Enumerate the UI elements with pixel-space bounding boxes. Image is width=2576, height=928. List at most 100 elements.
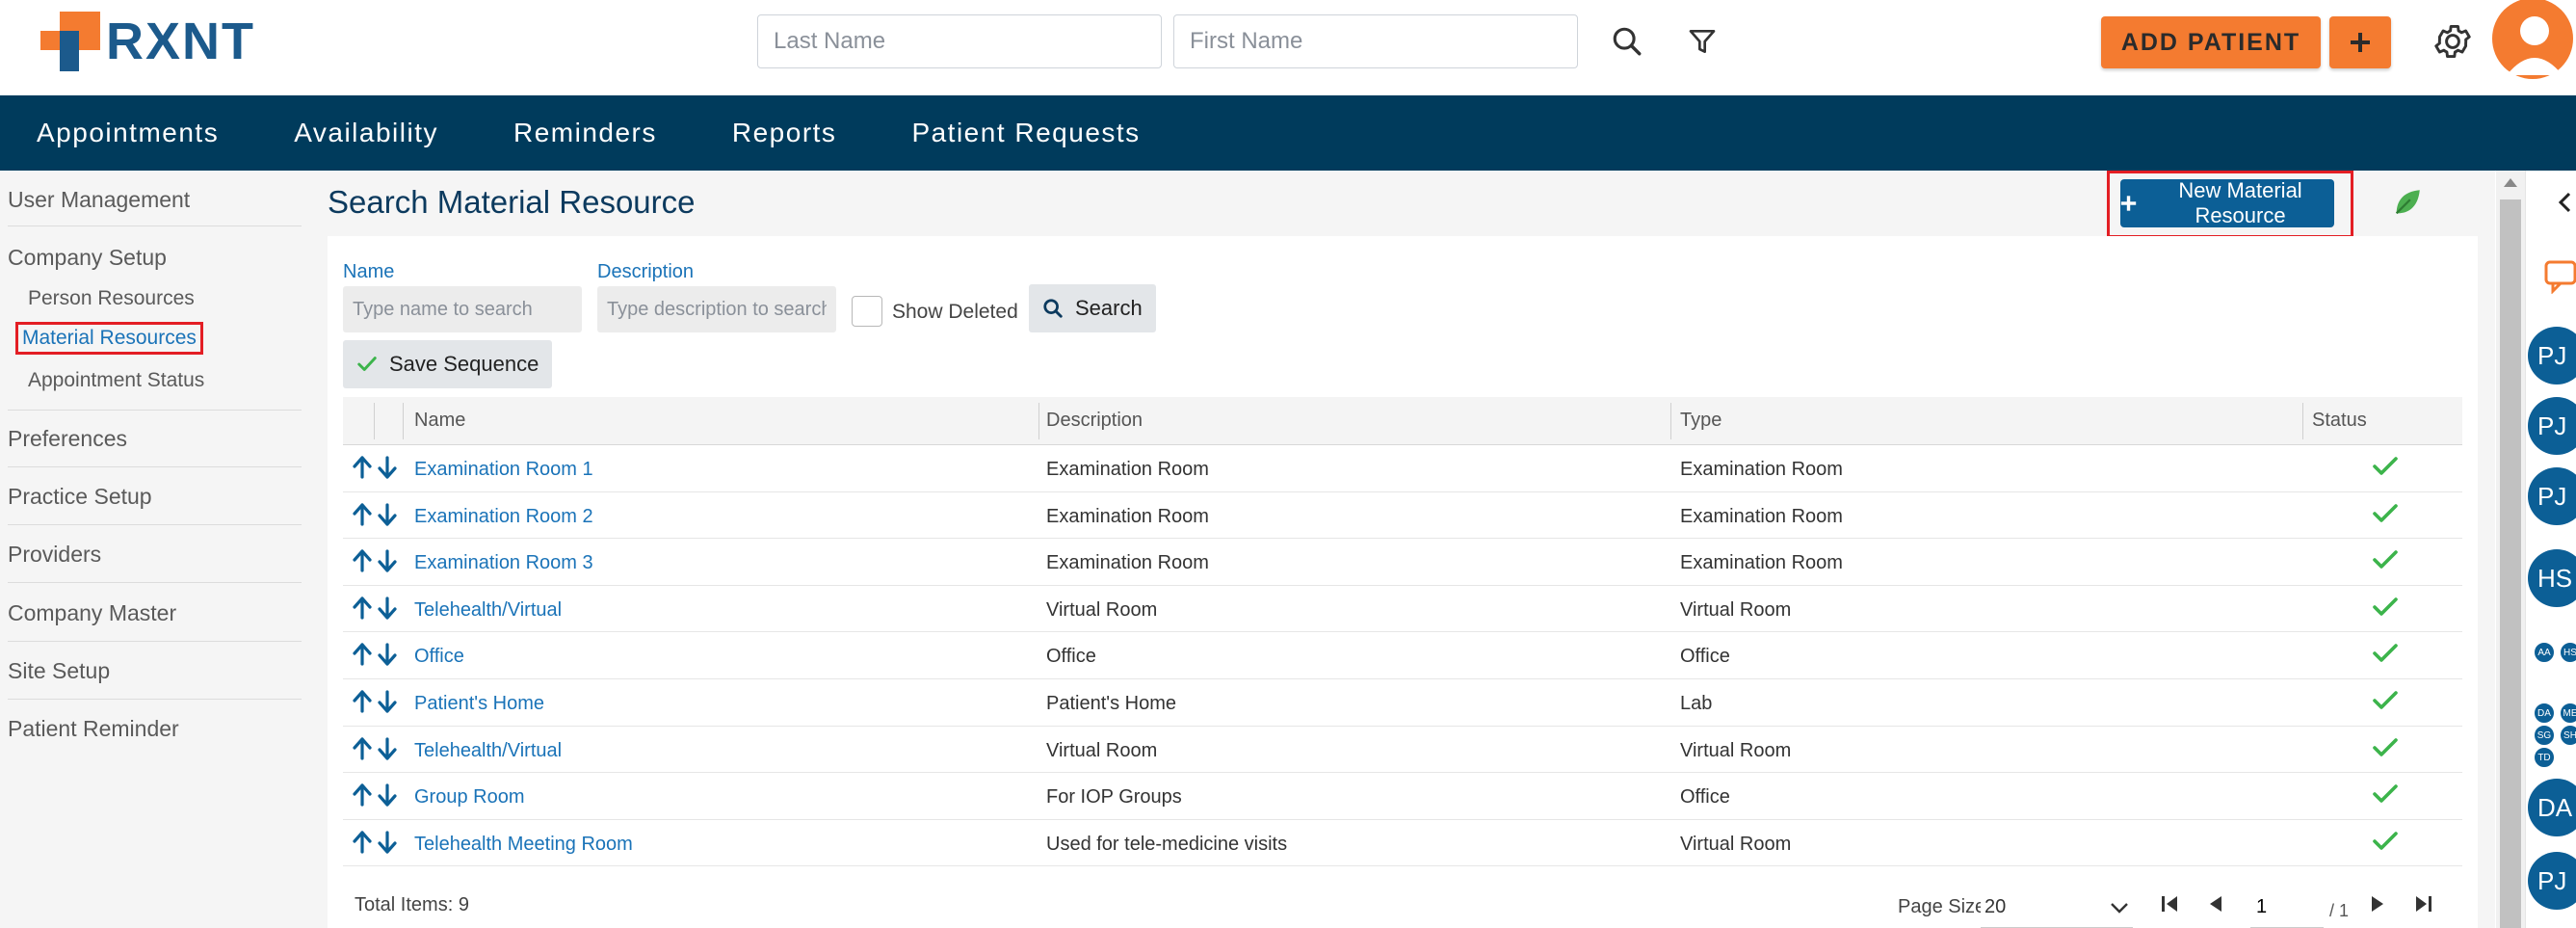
- reorder-controls: [353, 831, 397, 859]
- filter-icon[interactable]: [1682, 21, 1722, 62]
- page-number-input[interactable]: [2250, 888, 2324, 928]
- resource-name-link[interactable]: Office: [414, 646, 464, 668]
- add-patient-plus-button[interactable]: [2329, 16, 2391, 68]
- new-material-resource-button[interactable]: New Material Resource: [2120, 178, 2334, 227]
- avatar[interactable]: HS: [2528, 549, 2576, 607]
- arrow-up-icon[interactable]: [353, 597, 372, 624]
- arrow-up-icon[interactable]: [353, 783, 372, 811]
- chat-icon[interactable]: [2543, 259, 2576, 299]
- avatar[interactable]: HS: [2560, 642, 2576, 663]
- arrow-down-icon[interactable]: [378, 690, 397, 718]
- resource-name-link[interactable]: Examination Room 2: [414, 506, 593, 528]
- nav-availability[interactable]: Availability: [257, 118, 438, 148]
- column-header-description[interactable]: Description: [1046, 410, 1143, 432]
- user-avatar[interactable]: [2489, 0, 2576, 83]
- avatar[interactable]: SH: [2560, 725, 2576, 746]
- avatar[interactable]: DA: [2528, 779, 2576, 836]
- resource-name-link[interactable]: Group Room: [414, 786, 525, 809]
- scrollbar-thumb[interactable]: [2500, 199, 2521, 928]
- page-size-select[interactable]: 20: [1981, 888, 2133, 928]
- search-icon[interactable]: [1607, 21, 1647, 62]
- resource-name-link[interactable]: Patient's Home: [414, 693, 544, 715]
- nav-reminders[interactable]: Reminders: [477, 118, 657, 148]
- sidebar-item-practice-setup[interactable]: Practice Setup: [8, 484, 152, 510]
- arrow-down-icon[interactable]: [378, 736, 397, 765]
- save-sequence-label: Save Sequence: [389, 352, 539, 376]
- arrow-up-icon[interactable]: [353, 549, 372, 577]
- avatar[interactable]: PJ: [2528, 397, 2576, 455]
- total-items: Total Items: 9: [355, 894, 469, 915]
- avatar[interactable]: DA: [2534, 703, 2555, 724]
- description-search-input[interactable]: [597, 286, 836, 332]
- reorder-controls: [353, 690, 397, 718]
- sidebar-item-company-setup[interactable]: Company Setup: [8, 245, 167, 271]
- arrow-up-icon[interactable]: [353, 690, 372, 718]
- arrow-down-icon[interactable]: [378, 549, 397, 577]
- resource-description: Virtual Room: [1046, 598, 1158, 621]
- sidebar-item-company-master[interactable]: Company Master: [8, 600, 176, 626]
- column-header-type[interactable]: Type: [1680, 410, 1722, 432]
- search-panel: Name Description Show Deleted Search Sav…: [328, 236, 2478, 928]
- save-sequence-button[interactable]: Save Sequence: [343, 340, 553, 388]
- add-patient-button[interactable]: ADD PATIENT: [2101, 16, 2321, 68]
- arrow-up-icon[interactable]: [353, 643, 372, 671]
- avatar[interactable]: TD: [2534, 747, 2555, 768]
- reorder-controls: [353, 736, 397, 765]
- page-scrollbar[interactable]: [2496, 171, 2525, 928]
- gear-icon[interactable]: [2431, 20, 2474, 63]
- sidebar-item-user-management[interactable]: User Management: [8, 187, 190, 213]
- new-material-resource-label: New Material Resource: [2178, 178, 2302, 227]
- rxnt-logo[interactable]: RXNT: [40, 12, 255, 71]
- arrow-up-icon[interactable]: [353, 456, 372, 484]
- first-name-input[interactable]: [1173, 14, 1578, 68]
- name-search-input[interactable]: [343, 286, 582, 332]
- last-page-icon[interactable]: [2412, 893, 2433, 919]
- arrow-up-icon[interactable]: [353, 502, 372, 531]
- sidebar-item-person-resources[interactable]: Person Resources: [28, 287, 195, 310]
- resource-name-link[interactable]: Examination Room 1: [414, 459, 593, 481]
- nav-patient-requests[interactable]: Patient Requests: [875, 118, 1140, 148]
- nav-reports[interactable]: Reports: [696, 118, 837, 148]
- column-header-name[interactable]: Name: [414, 410, 465, 432]
- arrow-down-icon[interactable]: [378, 597, 397, 624]
- sidebar-item-patient-reminder[interactable]: Patient Reminder: [8, 716, 179, 742]
- next-page-icon[interactable]: [2368, 893, 2387, 919]
- check-icon: [2372, 689, 2399, 718]
- previous-page-icon[interactable]: [2206, 893, 2225, 919]
- column-header-status[interactable]: Status: [2312, 410, 2367, 432]
- avatar[interactable]: ME: [2560, 703, 2576, 724]
- sidebar-divider: [8, 466, 302, 467]
- scroll-up-icon[interactable]: [2504, 178, 2517, 187]
- check-icon: [2372, 782, 2399, 811]
- sidebar-item-material-resources[interactable]: Material Resources: [15, 322, 203, 355]
- last-name-input[interactable]: [757, 14, 1162, 68]
- first-page-icon[interactable]: [2160, 893, 2181, 919]
- resource-name-link[interactable]: Telehealth Meeting Room: [414, 834, 633, 856]
- resource-name-link[interactable]: Examination Room 3: [414, 552, 593, 574]
- show-deleted-checkbox[interactable]: [852, 296, 882, 327]
- resource-name-link[interactable]: Telehealth/Virtual: [414, 740, 562, 762]
- sidebar-item-preferences[interactable]: Preferences: [8, 426, 127, 452]
- chevron-left-icon[interactable]: [2557, 192, 2572, 218]
- arrow-down-icon[interactable]: [378, 643, 397, 671]
- arrow-down-icon[interactable]: [378, 783, 397, 811]
- avatar[interactable]: SG: [2534, 725, 2555, 746]
- nav-appointments[interactable]: Appointments: [0, 118, 219, 148]
- arrow-down-icon[interactable]: [378, 456, 397, 484]
- avatar[interactable]: PJ: [2528, 852, 2576, 910]
- avatar[interactable]: AA: [2534, 642, 2555, 663]
- resource-name-link[interactable]: Telehealth/Virtual: [414, 599, 562, 622]
- sidebar-item-appointment-status[interactable]: Appointment Status: [28, 369, 204, 392]
- search-button[interactable]: Search: [1029, 284, 1156, 332]
- avatar[interactable]: PJ: [2528, 327, 2576, 384]
- check-icon: [357, 357, 377, 371]
- arrow-down-icon[interactable]: [378, 502, 397, 531]
- sidebar-item-site-setup[interactable]: Site Setup: [8, 658, 110, 684]
- arrow-up-icon[interactable]: [353, 831, 372, 859]
- arrow-down-icon[interactable]: [378, 831, 397, 859]
- arrow-up-icon[interactable]: [353, 736, 372, 765]
- leaf-icon[interactable]: [2391, 186, 2424, 224]
- avatar[interactable]: PJ: [2528, 467, 2576, 525]
- table-row: Group Room For IOP Groups Office: [343, 773, 2462, 820]
- sidebar-item-providers[interactable]: Providers: [8, 542, 101, 568]
